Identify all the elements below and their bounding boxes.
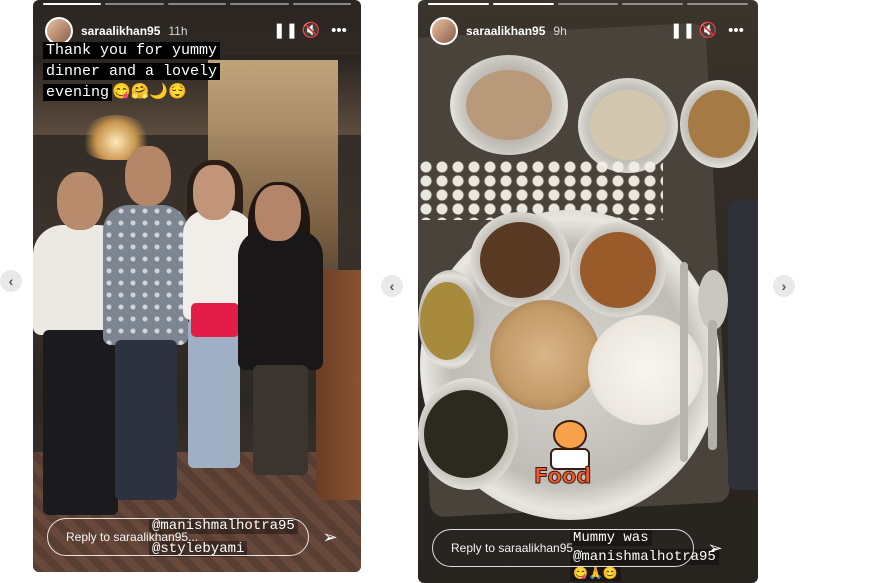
- avatar[interactable]: [430, 17, 458, 45]
- progress-segment: [230, 3, 289, 5]
- reply-bar: ➢: [47, 518, 343, 556]
- person-3-head: [193, 165, 235, 220]
- progress-segment: [167, 3, 227, 5]
- food-sabzi: [580, 232, 656, 308]
- username[interactable]: saraalikhan95: [81, 24, 160, 38]
- food-grilled-fish: [590, 90, 666, 160]
- caption-line: dinner and a lovely: [43, 63, 221, 80]
- story-card-2[interactable]: saraalikhan95 9h ❚❚ 🔇 ••• Food Mummy was…: [418, 0, 758, 583]
- username[interactable]: saraalikhan95: [466, 24, 545, 38]
- person-4-bottom: [253, 365, 308, 475]
- send-icon[interactable]: ➢: [317, 527, 343, 548]
- red-handbag: [191, 303, 239, 337]
- story-progress: [428, 3, 748, 5]
- progress-segment: [687, 3, 748, 5]
- story-card-1[interactable]: saraalikhan95 11h ❚❚ 🔇 ••• Thank you for…: [33, 0, 361, 572]
- person-4-top: [238, 230, 323, 370]
- story-header: saraalikhan95 9h ❚❚ 🔇 •••: [430, 16, 746, 46]
- napkin: [728, 200, 758, 490]
- reply-input[interactable]: [47, 518, 309, 556]
- chevron-left-icon: ‹: [389, 278, 395, 294]
- caption-emojis: 😋🤗🌙😌: [112, 84, 187, 101]
- person-2-bottom: [115, 340, 177, 500]
- food-sticker-text: Food: [533, 464, 592, 489]
- food-sticker: Food: [528, 420, 618, 495]
- fork: [680, 262, 688, 462]
- progress-segment: [557, 3, 619, 5]
- caption-line: Thank you for yummy: [43, 42, 221, 59]
- time-ago: 11h: [168, 24, 188, 38]
- food-egg-bhurji: [420, 282, 474, 360]
- caption-sticker: Thank you for yummy dinner and a lovely …: [43, 40, 221, 103]
- person-1-head: [57, 172, 103, 230]
- food-dal: [480, 222, 560, 298]
- person-3-bottom: [188, 318, 240, 468]
- food-bhindi: [424, 390, 508, 478]
- prev-story-button[interactable]: ‹: [381, 275, 403, 297]
- progress-segment: [622, 3, 684, 5]
- progress-segment: [492, 3, 554, 5]
- person-1-bottom: [43, 330, 118, 515]
- jasmine-flowers: [418, 160, 663, 220]
- progress-segment: [43, 3, 102, 5]
- pause-icon[interactable]: ❚❚: [670, 21, 695, 41]
- prev-story-button[interactable]: ‹: [0, 270, 22, 292]
- mute-icon[interactable]: 🔇: [301, 21, 321, 41]
- story-photo-food: [418, 0, 758, 583]
- person-2-top: [103, 205, 188, 345]
- more-options-icon[interactable]: •••: [329, 21, 349, 41]
- chevron-left-icon: ‹: [8, 273, 14, 289]
- progress-segment: [105, 3, 164, 5]
- time-ago: 9h: [553, 24, 567, 38]
- caption-line: evening: [43, 84, 113, 101]
- reply-input[interactable]: [432, 529, 694, 567]
- food-side-dish: [688, 90, 750, 158]
- chevron-right-icon: ›: [781, 278, 787, 294]
- progress-segment: [292, 3, 352, 5]
- person-4-head: [255, 185, 301, 241]
- pause-icon[interactable]: ❚❚: [273, 21, 298, 41]
- cartoon-face: [553, 420, 587, 450]
- send-icon[interactable]: ➢: [702, 538, 728, 559]
- reply-bar: ➢: [432, 529, 728, 567]
- food-grilled-vegetables: [466, 70, 552, 140]
- spoon-handle: [708, 320, 717, 450]
- progress-segment: [428, 3, 489, 5]
- more-options-icon[interactable]: •••: [726, 21, 746, 41]
- person-2-head: [125, 146, 171, 206]
- next-story-button[interactable]: ›: [773, 275, 795, 297]
- mute-icon[interactable]: 🔇: [698, 21, 718, 41]
- story-progress: [43, 3, 352, 5]
- caption-emojis: 😋🙏😊: [570, 566, 621, 581]
- roti: [490, 300, 600, 410]
